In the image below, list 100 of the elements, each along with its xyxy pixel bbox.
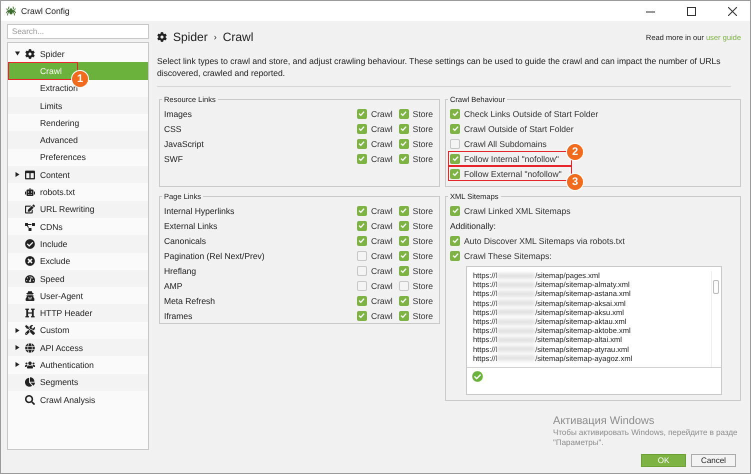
scrollbar-thumb[interactable] bbox=[713, 280, 719, 294]
checkbox-label: Store bbox=[412, 154, 433, 164]
window-title: Crawl Config bbox=[21, 6, 71, 16]
checkbox[interactable] bbox=[450, 108, 460, 118]
sidebar-item[interactable]: HTTP Header bbox=[8, 304, 148, 322]
checkbox[interactable] bbox=[450, 138, 460, 148]
checkbox-label: Crawl bbox=[370, 296, 393, 306]
link-type-label: JavaScript bbox=[164, 138, 205, 148]
checkbox[interactable] bbox=[398, 266, 409, 276]
checkbox[interactable] bbox=[450, 154, 460, 164]
close-icon[interactable] bbox=[728, 6, 736, 16]
collapsed-arrow-icon[interactable] bbox=[15, 345, 20, 350]
checkbox[interactable] bbox=[450, 250, 460, 260]
link-type-label: Meta Refresh bbox=[164, 296, 216, 306]
checkbox[interactable] bbox=[398, 250, 409, 260]
checkbox[interactable] bbox=[356, 220, 367, 230]
checkbox[interactable] bbox=[450, 236, 460, 246]
link-type-label: CSS bbox=[164, 124, 182, 134]
checkbox[interactable] bbox=[398, 138, 409, 148]
cancel-button[interactable]: Cancel bbox=[691, 454, 736, 467]
description: Select link types to crawl and store, and adjust crawling behaviour. These settings can be used to guide the crawl and can impact the number of URLs discovered, crawled and reported. bbox=[157, 56, 722, 79]
valid-check-icon bbox=[472, 371, 483, 382]
checkbox[interactable] bbox=[356, 124, 367, 134]
option-label: Auto Discover XML Sitemaps via robots.txt bbox=[464, 236, 625, 246]
sidebar-item[interactable]: URL Rewriting bbox=[8, 200, 148, 218]
search-field[interactable]: Search... bbox=[7, 24, 149, 39]
sidebar-item[interactable]: Segments bbox=[8, 374, 148, 391]
checkbox[interactable] bbox=[356, 296, 367, 306]
checkbox[interactable] bbox=[450, 168, 460, 178]
checkbox[interactable] bbox=[450, 124, 460, 134]
blurred-domain bbox=[497, 290, 536, 297]
search-icon bbox=[25, 394, 35, 405]
expanded-arrow-icon[interactable] bbox=[15, 51, 20, 56]
link-type-label: Canonicals bbox=[164, 236, 208, 246]
checkbox-label: Crawl bbox=[370, 108, 393, 118]
collapsed-arrow-icon[interactable] bbox=[15, 328, 20, 333]
maximize-icon[interactable] bbox=[686, 6, 696, 16]
sidebar-item[interactable]: Authentication bbox=[8, 356, 148, 374]
sidebar-item[interactable]: Rendering bbox=[8, 114, 148, 132]
checkbox-label: Store bbox=[412, 236, 433, 246]
checkbox[interactable] bbox=[356, 280, 367, 290]
checkbox[interactable] bbox=[398, 280, 409, 290]
sidebar-item[interactable]: API Access bbox=[8, 339, 148, 356]
gear-icon bbox=[157, 32, 167, 42]
checkbox[interactable] bbox=[356, 310, 367, 320]
checkbox[interactable] bbox=[356, 206, 367, 216]
sidebar-item[interactable]: Limits bbox=[8, 96, 148, 114]
blurred-domain bbox=[497, 309, 536, 316]
collapsed-arrow-icon[interactable] bbox=[15, 172, 20, 178]
sidebar-item[interactable]: Custom bbox=[8, 322, 148, 340]
checkbox-label: Crawl bbox=[370, 266, 393, 276]
blurred-domain bbox=[497, 336, 536, 343]
sidebar-item[interactable]: User-Agent bbox=[8, 287, 148, 304]
sidebar-item[interactable]: Spider bbox=[8, 45, 148, 62]
sidebar-item[interactable]: Speed bbox=[8, 270, 148, 288]
checkbox-label: Store bbox=[412, 124, 433, 134]
network-icon bbox=[25, 222, 35, 232]
checkbox-label: Store bbox=[412, 206, 433, 216]
checkbox-label: Crawl bbox=[370, 138, 393, 148]
sidebar-item[interactable]: CDNs bbox=[8, 218, 148, 236]
blurred-domain bbox=[497, 355, 536, 362]
gear-icon bbox=[25, 48, 35, 59]
sitemap-list-field[interactable] bbox=[466, 266, 722, 395]
checkbox[interactable] bbox=[398, 124, 409, 134]
sidebar-item[interactable]: robots.txt bbox=[8, 183, 148, 201]
checkbox[interactable] bbox=[398, 108, 409, 118]
checkbox-label: Store bbox=[412, 310, 433, 320]
sidebar-item[interactable]: Content bbox=[8, 166, 148, 184]
sidebar-item[interactable]: Advanced bbox=[8, 131, 148, 149]
checkbox-label: Store bbox=[412, 108, 433, 118]
blurred-domain bbox=[497, 272, 536, 279]
blurred-domain bbox=[497, 346, 536, 352]
checkbox[interactable] bbox=[356, 266, 367, 276]
users-icon bbox=[25, 360, 35, 370]
checkbox[interactable] bbox=[398, 310, 409, 320]
checkbox[interactable] bbox=[398, 236, 409, 246]
robot-icon bbox=[25, 187, 35, 198]
checkbox[interactable] bbox=[398, 296, 409, 306]
sidebar-item[interactable]: Crawl Analysis bbox=[8, 390, 148, 408]
option-label: Crawl These Sitemaps: bbox=[464, 250, 552, 260]
checkbox[interactable] bbox=[398, 206, 409, 216]
checkbox-label: Store bbox=[412, 280, 433, 290]
checkbox[interactable] bbox=[398, 220, 409, 230]
blurred-domain bbox=[497, 300, 536, 306]
checkbox[interactable] bbox=[356, 250, 367, 260]
sidebar-item[interactable]: Preferences bbox=[8, 148, 148, 166]
sidebar-item[interactable]: Include bbox=[8, 235, 148, 253]
checkbox[interactable] bbox=[398, 154, 409, 164]
checkbox[interactable] bbox=[356, 236, 367, 246]
pie-chart-icon bbox=[25, 377, 35, 388]
checkbox[interactable] bbox=[450, 206, 460, 216]
checkbox[interactable] bbox=[356, 108, 367, 118]
checkbox[interactable] bbox=[356, 154, 367, 164]
option-label: Follow Internal "nofollow" bbox=[464, 154, 559, 164]
option-label: Follow External "nofollow" bbox=[464, 168, 562, 178]
checkbox[interactable] bbox=[356, 138, 367, 148]
sidebar-item[interactable]: Exclude bbox=[8, 252, 148, 270]
option-label: Crawl All Subdomains bbox=[464, 138, 547, 148]
collapsed-arrow-icon[interactable] bbox=[15, 362, 20, 368]
checkbox-label: Crawl bbox=[370, 220, 393, 230]
